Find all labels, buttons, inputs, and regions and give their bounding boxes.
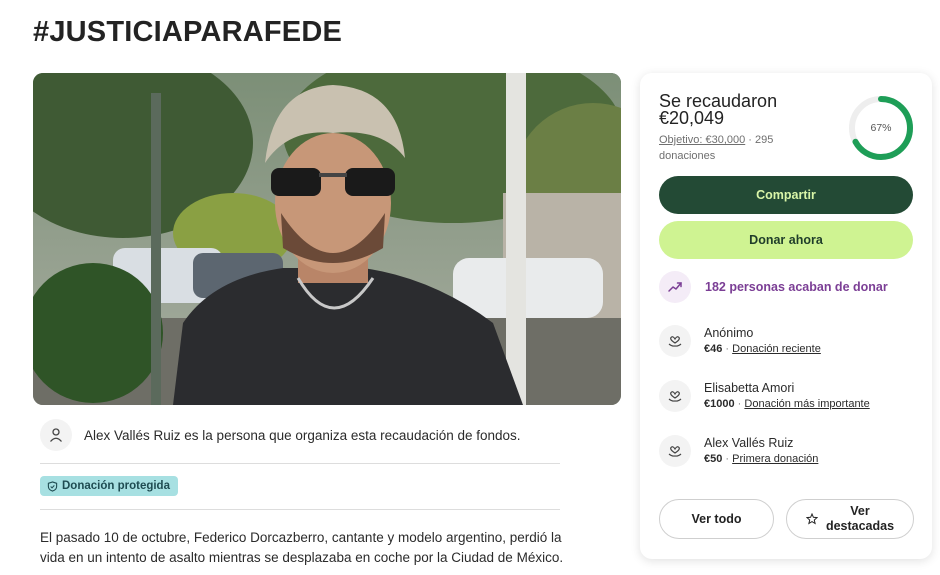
donor-amount: €1000 [704, 398, 735, 410]
heart-hand-icon [659, 435, 691, 467]
trend-up-icon [659, 271, 691, 303]
donation-card: Se recaudaron €20,049 Objetivo: €30,000 … [640, 73, 932, 559]
donor-name: Anónimo [704, 326, 754, 340]
hero-photo [33, 73, 621, 405]
donate-now-button[interactable]: Donar ahora [659, 221, 913, 259]
see-featured-button[interactable]: Ver destacadas [786, 499, 914, 539]
donor-name: Elisabetta Amori [704, 381, 795, 395]
person-icon [40, 419, 72, 451]
see-featured-line1: Ver [850, 504, 870, 518]
donor-kind-link[interactable]: Donación más importante [744, 398, 869, 410]
raised-amount: €20,049 [659, 108, 725, 128]
share-button[interactable]: Compartir [659, 176, 913, 214]
donor-item: Alex Vallés Ruiz €50 · Primera donación [659, 431, 818, 471]
goal-link[interactable]: Objetivo: €30,000 [659, 134, 745, 146]
protected-donation-badge[interactable]: Donación protegida [40, 476, 178, 496]
hero-image [33, 73, 621, 405]
story-text: El pasado 10 de octubre, Federico Dorcaz… [40, 530, 564, 565]
donor-name: Alex Vallés Ruiz [704, 436, 794, 450]
separator: · [748, 134, 752, 146]
divider [40, 509, 560, 510]
donations-word: donaciones [659, 150, 716, 162]
shield-icon [47, 480, 58, 492]
goal-line: Objetivo: €30,000 · 295 donaciones [659, 132, 839, 164]
donor-kind-link[interactable]: Donación reciente [732, 343, 821, 355]
progress-ring: 67% [848, 95, 914, 161]
progress-label: 67% [870, 122, 892, 134]
heart-hand-icon [659, 325, 691, 357]
organizer-text: Alex Vallés Ruiz es la persona que organ… [84, 427, 521, 443]
donor-amount: €50 [704, 453, 723, 465]
see-all-button[interactable]: Ver todo [659, 499, 774, 539]
donor-amount: €46 [704, 343, 723, 355]
page-title: #JUSTICIAPARAFEDE [33, 16, 343, 48]
star-icon [805, 513, 818, 525]
donor-item: Elisabetta Amori €1000 · Donación más im… [659, 376, 870, 416]
heart-hand-icon [659, 380, 691, 412]
badge-label: Donación protegida [62, 480, 170, 492]
donor-kind-link[interactable]: Primera donación [732, 453, 818, 465]
see-featured-line2: destacadas [825, 519, 895, 533]
donor-item: Anónimo €46 · Donación reciente [659, 321, 821, 361]
divider [40, 463, 560, 464]
recent-donors-row: 182 personas acaban de donar [659, 271, 888, 303]
recent-donors-text: 182 personas acaban de donar [705, 280, 888, 294]
organizer-row: Alex Vallés Ruiz es la persona que organ… [40, 418, 560, 452]
donations-count: 295 [755, 134, 774, 146]
